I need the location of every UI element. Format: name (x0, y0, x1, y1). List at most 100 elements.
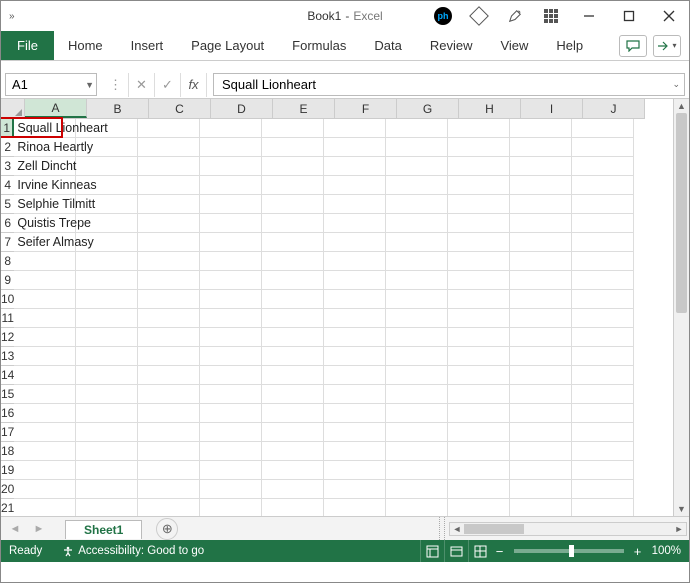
cell-A3[interactable]: Zell Dincht (14, 157, 76, 176)
cells-area[interactable]: Squall LionheartRinoa HeartlyZell Dincht… (14, 119, 673, 516)
cell-D4[interactable] (200, 176, 262, 195)
cell-B3[interactable] (76, 157, 138, 176)
cell-B14[interactable] (76, 366, 138, 385)
zoom-out-button[interactable]: − (492, 544, 508, 559)
cell-C8[interactable] (138, 252, 200, 271)
cell-C20[interactable] (138, 480, 200, 499)
row-header-20[interactable]: 20 (1, 480, 14, 499)
cell-C19[interactable] (138, 461, 200, 480)
cell-B7[interactable] (76, 233, 138, 252)
cell-D7[interactable] (200, 233, 262, 252)
scroll-left-icon[interactable]: ◄ (450, 523, 464, 535)
cell-A16[interactable] (14, 404, 76, 423)
cell-J2[interactable] (572, 138, 634, 157)
sheet-nav-prev-icon[interactable]: ◄ (5, 519, 25, 539)
fx-icon[interactable]: fx (181, 73, 207, 97)
tab-home[interactable]: Home (54, 31, 117, 60)
cell-J21[interactable] (572, 499, 634, 516)
cell-I12[interactable] (510, 328, 572, 347)
cell-G7[interactable] (386, 233, 448, 252)
column-header-B[interactable]: B (87, 99, 149, 118)
cell-C12[interactable] (138, 328, 200, 347)
cell-I6[interactable] (510, 214, 572, 233)
row-header-19[interactable]: 19 (1, 461, 14, 480)
cell-F16[interactable] (324, 404, 386, 423)
cell-B9[interactable] (76, 271, 138, 290)
cell-C11[interactable] (138, 309, 200, 328)
hscroll-thumb[interactable] (464, 524, 524, 534)
cell-F2[interactable] (324, 138, 386, 157)
cell-A2[interactable]: Rinoa Heartly (14, 138, 76, 157)
cell-E9[interactable] (262, 271, 324, 290)
row-header-1[interactable]: 1 (1, 119, 14, 138)
cell-I17[interactable] (510, 423, 572, 442)
cancel-x-icon[interactable]: ✕ (129, 73, 155, 97)
cell-J20[interactable] (572, 480, 634, 499)
cell-B16[interactable] (76, 404, 138, 423)
cell-B20[interactable] (76, 480, 138, 499)
cell-C14[interactable] (138, 366, 200, 385)
cell-D11[interactable] (200, 309, 262, 328)
row-header-6[interactable]: 6 (1, 214, 14, 233)
options-dots-icon[interactable]: ⋮ (103, 73, 129, 97)
cell-E8[interactable] (262, 252, 324, 271)
row-header-9[interactable]: 9 (1, 271, 14, 290)
minimize-button[interactable] (569, 1, 609, 31)
cell-C2[interactable] (138, 138, 200, 157)
cell-I14[interactable] (510, 366, 572, 385)
cell-F6[interactable] (324, 214, 386, 233)
cell-D2[interactable] (200, 138, 262, 157)
cell-I20[interactable] (510, 480, 572, 499)
cell-F5[interactable] (324, 195, 386, 214)
cell-A4[interactable]: Irvine Kinneas (14, 176, 76, 195)
cell-F17[interactable] (324, 423, 386, 442)
row-header-11[interactable]: 11 (1, 309, 14, 328)
tab-file[interactable]: File (1, 31, 54, 60)
cell-E3[interactable] (262, 157, 324, 176)
cell-J4[interactable] (572, 176, 634, 195)
cell-B1[interactable] (76, 119, 138, 138)
tab-page-layout[interactable]: Page Layout (177, 31, 278, 60)
cell-G19[interactable] (386, 461, 448, 480)
cell-C6[interactable] (138, 214, 200, 233)
cell-H10[interactable] (448, 290, 510, 309)
cell-E14[interactable] (262, 366, 324, 385)
cell-G13[interactable] (386, 347, 448, 366)
row-header-12[interactable]: 12 (1, 328, 14, 347)
cell-B18[interactable] (76, 442, 138, 461)
cell-F15[interactable] (324, 385, 386, 404)
cell-C16[interactable] (138, 404, 200, 423)
sheet-nav-next-icon[interactable]: ► (29, 519, 49, 539)
row-header-3[interactable]: 3 (1, 157, 14, 176)
zoom-slider[interactable] (514, 549, 624, 553)
cell-B4[interactable] (76, 176, 138, 195)
cell-D19[interactable] (200, 461, 262, 480)
cell-J19[interactable] (572, 461, 634, 480)
cell-A7[interactable]: Seifer Almasy (14, 233, 76, 252)
cell-H3[interactable] (448, 157, 510, 176)
cell-A11[interactable] (14, 309, 76, 328)
cell-H4[interactable] (448, 176, 510, 195)
tab-insert[interactable]: Insert (117, 31, 178, 60)
cell-I9[interactable] (510, 271, 572, 290)
vscroll-thumb[interactable] (676, 113, 687, 313)
cell-H17[interactable] (448, 423, 510, 442)
cell-I19[interactable] (510, 461, 572, 480)
cell-F20[interactable] (324, 480, 386, 499)
column-header-C[interactable]: C (149, 99, 211, 118)
close-button[interactable] (649, 1, 689, 31)
row-header-14[interactable]: 14 (1, 366, 14, 385)
cell-H11[interactable] (448, 309, 510, 328)
cell-G14[interactable] (386, 366, 448, 385)
cell-C10[interactable] (138, 290, 200, 309)
comments-button[interactable] (619, 35, 647, 57)
cell-B19[interactable] (76, 461, 138, 480)
cell-H16[interactable] (448, 404, 510, 423)
cell-G10[interactable] (386, 290, 448, 309)
cell-B6[interactable] (76, 214, 138, 233)
cell-E6[interactable] (262, 214, 324, 233)
cell-I21[interactable] (510, 499, 572, 516)
row-header-10[interactable]: 10 (1, 290, 14, 309)
cell-D5[interactable] (200, 195, 262, 214)
cell-G11[interactable] (386, 309, 448, 328)
